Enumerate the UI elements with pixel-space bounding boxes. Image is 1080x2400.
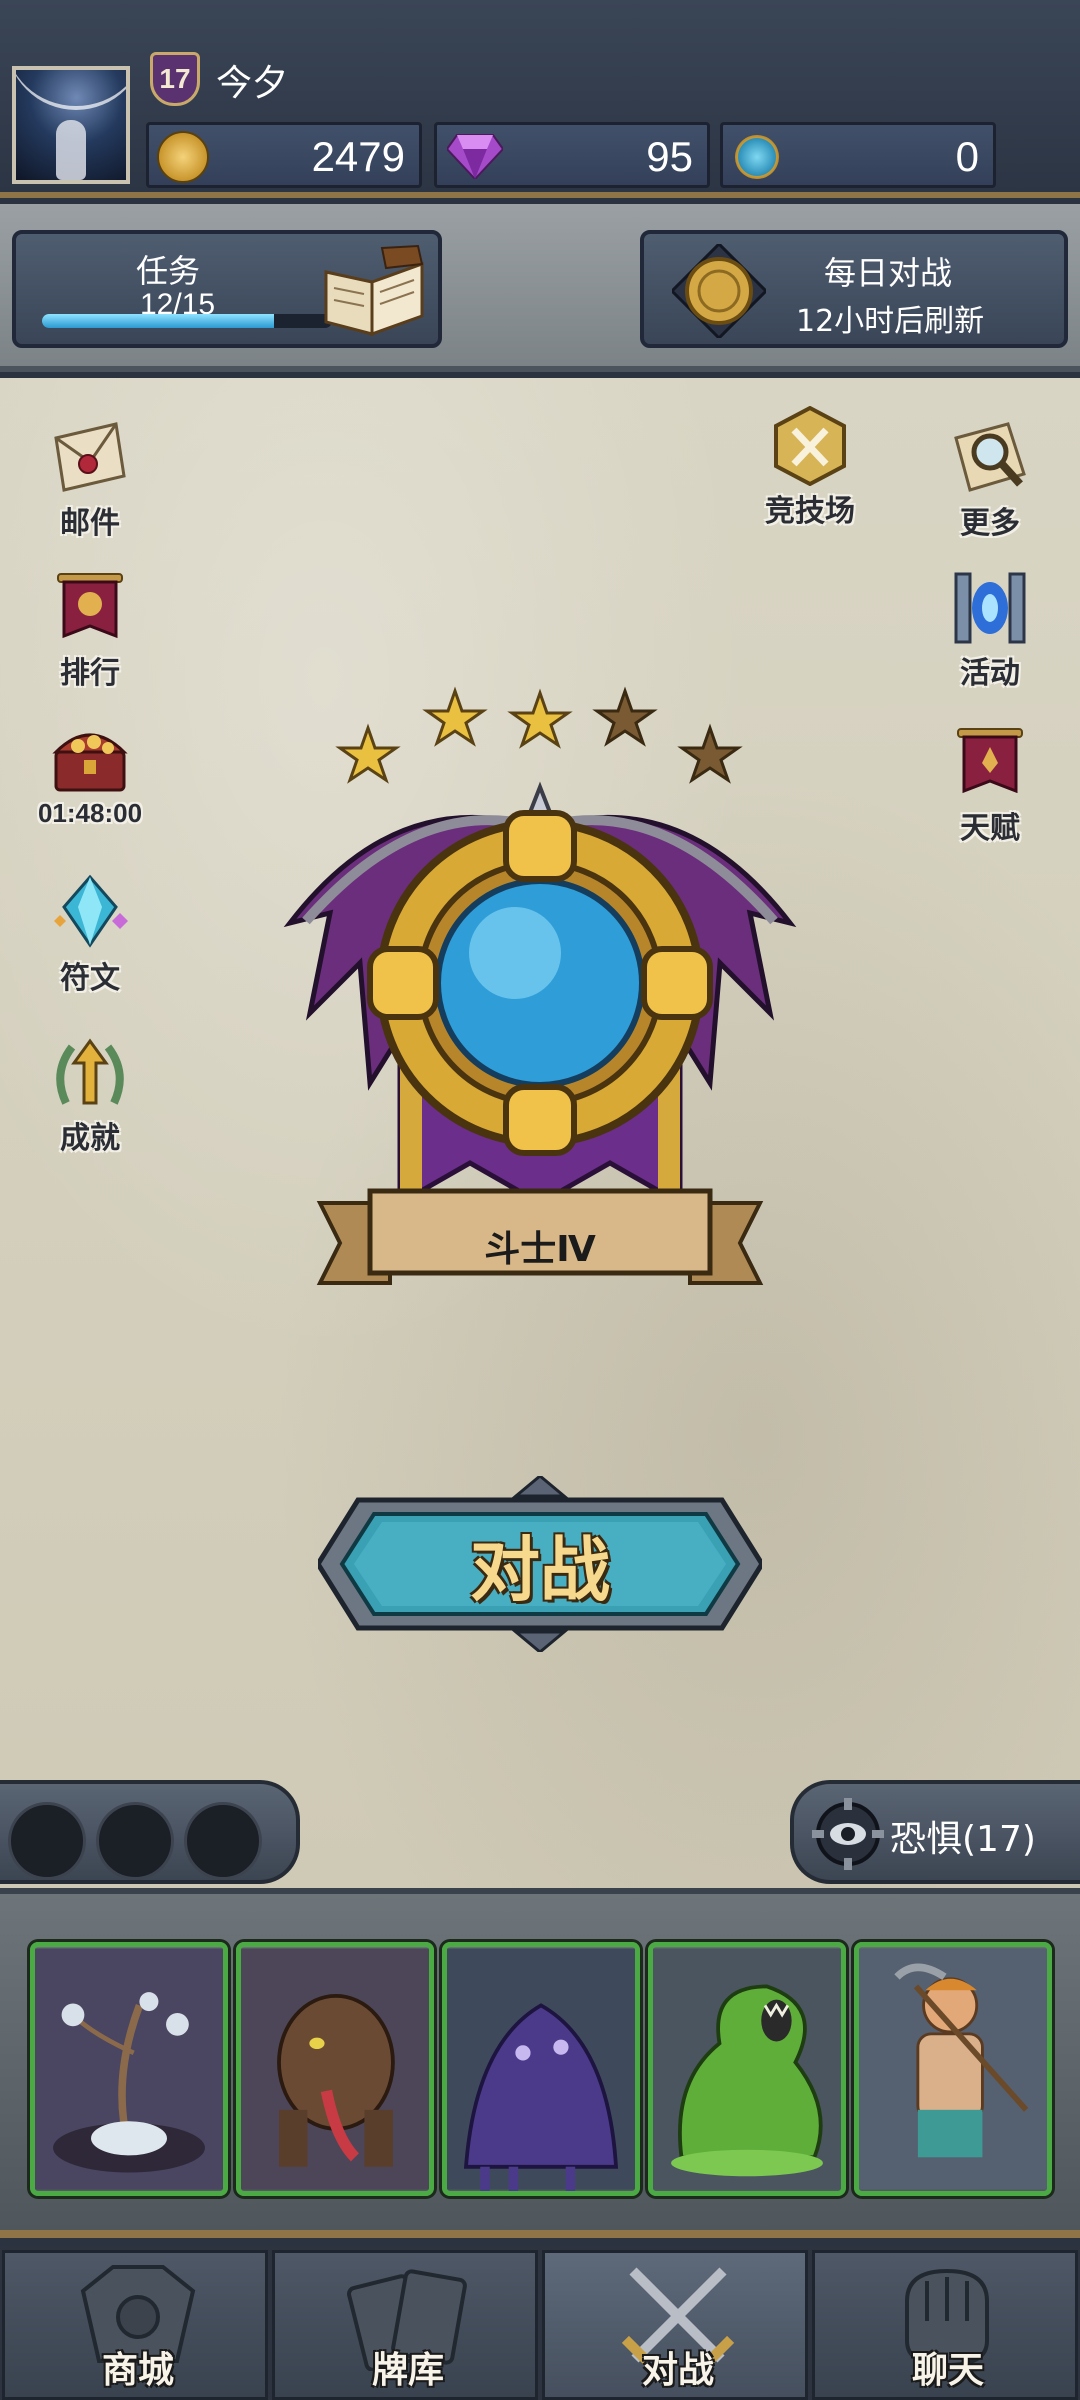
achievement-label: 成就	[60, 1121, 120, 1156]
player-name: 今夕	[216, 63, 289, 104]
achievement-laurel-icon	[56, 1038, 124, 1105]
thorn-flower-card[interactable]	[30, 1942, 228, 2196]
star-5-empty	[677, 723, 743, 784]
nav-tab-deck[interactable]: 牌库	[272, 2250, 538, 2400]
tongue-beast-icon	[241, 1948, 429, 2190]
shadow-ooze-card[interactable]	[442, 1942, 640, 2196]
nav-battle-label: 对战	[641, 2350, 714, 2391]
nav-tab-shop[interactable]: 商城	[2, 2250, 268, 2400]
tasks-progress-bar	[42, 314, 332, 328]
gem-counter[interactable]: 95	[434, 122, 710, 188]
daily-coin-icon	[672, 244, 766, 338]
chest-timer-label: 01:48:00	[37, 798, 143, 828]
nav-deck-label: 牌库	[371, 2350, 444, 2391]
battle-button-label: 对战	[470, 1528, 610, 1611]
player-avatar[interactable]	[12, 66, 130, 184]
battle-button[interactable]: 对战	[318, 1476, 762, 1652]
green-slime-card[interactable]	[648, 1942, 846, 2196]
ranking-button[interactable]: 排行	[20, 568, 160, 698]
star-1-filled	[335, 723, 401, 784]
miner-hero-card[interactable]	[854, 1942, 1052, 2196]
star-2-filled	[422, 686, 488, 747]
empty-slot-1[interactable]	[8, 1802, 86, 1880]
rune-crystal-icon	[54, 874, 128, 948]
empty-slot-2[interactable]	[96, 1802, 174, 1880]
star-3-filled	[507, 688, 573, 749]
crystal-counter[interactable]: 0	[720, 122, 996, 188]
rank-emblem[interactable]	[270, 683, 810, 1303]
more-button[interactable]: 更多	[920, 418, 1060, 548]
avatar-figure	[56, 120, 86, 180]
star-4-empty	[592, 686, 658, 747]
green-slime-icon	[653, 1948, 841, 2190]
daily-battle-button[interactable]: 每日对战 12小时后刷新	[640, 230, 1068, 348]
arena-button[interactable]: 竞技场	[740, 406, 880, 536]
talent-banner-icon	[957, 728, 1023, 794]
nav-tab-chat[interactable]: 聊天	[812, 2250, 1078, 2400]
talent-button[interactable]: 天赋	[920, 723, 1060, 853]
quest-bar: 任务 12/15 每日对战 12小时后刷新	[0, 204, 1080, 372]
tasks-title: 任务	[136, 252, 201, 290]
rune-label: 符文	[60, 961, 120, 996]
treasure-chest-button[interactable]: 01:48:00	[20, 718, 160, 848]
mail-icon	[54, 422, 126, 492]
daily-battle-refresh-text: 12小时后刷新	[796, 304, 985, 339]
daily-battle-title: 每日对战	[824, 254, 953, 292]
talent-label: 天赋	[960, 811, 1020, 846]
achievement-button[interactable]: 成就	[20, 1033, 160, 1163]
tasks-button[interactable]: 任务 12/15	[12, 230, 442, 348]
nav-shop-label: 商城	[101, 2350, 174, 2391]
crystal-value: 0	[955, 133, 979, 180]
purple-ooze-icon	[447, 1948, 635, 2191]
mail-label: 邮件	[60, 506, 120, 541]
top-status-bar: 17 今夕 2479 95 0	[0, 0, 1080, 198]
blue-crystal-icon	[735, 135, 779, 179]
event-label: 活动	[960, 656, 1020, 691]
ranking-banner-icon	[57, 573, 123, 639]
empty-slot-3[interactable]	[184, 1802, 262, 1880]
magnifier-scroll-icon	[954, 422, 1026, 492]
gold-coin-icon	[157, 131, 209, 183]
rank-stars	[335, 686, 743, 784]
treasure-chest-icon	[52, 733, 128, 792]
avatar-moon-arc	[16, 70, 126, 110]
more-label: 更多	[960, 506, 1020, 541]
nav-chat-label: 聊天	[911, 2350, 984, 2391]
flower-plant-icon	[35, 1948, 223, 2190]
pickaxe-miner-icon	[859, 1948, 1047, 2190]
mail-button[interactable]: 邮件	[20, 418, 160, 548]
arena-label: 竞技场	[765, 494, 855, 529]
gold-value: 2479	[311, 133, 405, 180]
rank-title: 斗士Ⅳ	[484, 1229, 596, 1270]
main-parchment-area: 邮件 排行 01:48:00 符文 成就 竞技场 更多 活动 天赋 斗士Ⅳ 对战	[0, 378, 1080, 1888]
eye-gear-icon	[812, 1798, 884, 1870]
rune-button[interactable]: 符文	[20, 873, 160, 1003]
gold-counter[interactable]: 2479	[146, 122, 422, 188]
purple-gem-icon	[447, 134, 503, 179]
bottom-navigation: 商城 牌库 对战 聊天	[0, 2246, 1080, 2400]
ranking-label: 排行	[60, 656, 120, 691]
brute-beast-card[interactable]	[236, 1942, 434, 2196]
arena-swords-icon	[774, 406, 846, 486]
player-level-badge: 17	[150, 52, 200, 106]
open-book-icon	[324, 244, 424, 337]
nav-tab-battle[interactable]: 对战	[542, 2250, 808, 2400]
fear-button[interactable]: 恐惧(17)	[790, 1780, 1080, 1884]
tasks-progress-fill	[42, 314, 274, 328]
portal-icon	[954, 572, 1026, 644]
gem-value: 95	[646, 133, 693, 180]
deck-card-row	[0, 1888, 1080, 2238]
event-button[interactable]: 活动	[920, 568, 1060, 698]
fear-label: 恐惧(17)	[890, 1819, 1036, 1860]
empty-slot-bar	[0, 1780, 300, 1884]
